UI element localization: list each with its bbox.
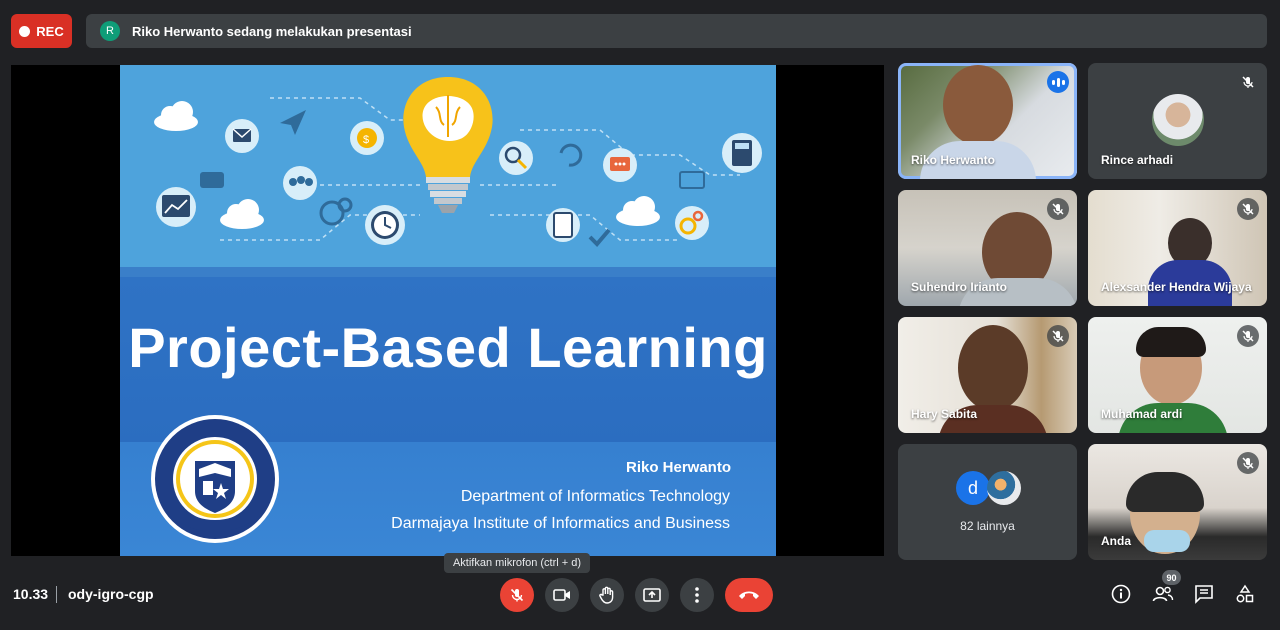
divider	[56, 586, 57, 603]
chat-button[interactable]	[1192, 582, 1216, 606]
present-screen-icon	[643, 588, 661, 602]
slide-illustration-icons: $	[154, 77, 762, 247]
activities-shapes-icon	[1236, 584, 1254, 603]
participant-name: Suhendro Irianto	[911, 280, 1007, 294]
participant-tile[interactable]: Suhendro Irianto	[898, 190, 1077, 306]
more-vert-icon	[695, 587, 699, 603]
mic-off-icon	[1237, 452, 1259, 474]
meeting-code: ody-igro-cgp	[68, 586, 154, 602]
participant-tile[interactable]: Riko Herwanto	[898, 63, 1077, 179]
participant-name: Alexsander Hendra Wijaya	[1101, 280, 1252, 294]
participant-name: Hary Sabita	[911, 407, 978, 421]
participant-name: Riko Herwanto	[911, 153, 996, 167]
record-dot-icon	[19, 25, 31, 37]
participant-avatar	[1152, 94, 1204, 146]
slide-department: Department of Informatics Technology	[460, 488, 730, 505]
presentation-stage[interactable]: $ Project-Based Learning Riko Herwanto D…	[11, 65, 884, 556]
presenter-avatar: R	[100, 21, 120, 41]
svg-text:$: $	[363, 134, 369, 146]
other-participant-avatar: d	[956, 471, 990, 505]
present-screen-button[interactable]	[635, 578, 669, 612]
mic-off-icon	[1237, 198, 1259, 220]
others-count-label: 82 lainnya	[960, 519, 1015, 533]
presentation-banner-text: Riko Herwanto sedang melakukan presentas…	[132, 23, 412, 39]
raise-hand-button[interactable]	[590, 578, 624, 612]
mic-off-icon	[1237, 325, 1259, 347]
mic-off-icon	[510, 588, 524, 602]
slide-author: Riko Herwanto	[625, 459, 731, 476]
meeting-details-button[interactable]	[1109, 582, 1133, 606]
mic-off-icon	[1237, 71, 1259, 93]
participant-tile[interactable]: Hary Sabita	[898, 317, 1077, 433]
presentation-banner: R Riko Herwanto sedang melakukan present…	[86, 14, 1267, 48]
participant-tile[interactable]: Alexsander Hendra Wijaya	[1088, 190, 1267, 306]
mic-off-icon	[1047, 325, 1069, 347]
participant-video	[1126, 472, 1204, 512]
microphone-tooltip: Aktifkan mikrofon (ctrl + d)	[444, 553, 590, 573]
slide-institution: Darmajaya Institute of Informatics and B…	[391, 515, 730, 532]
more-options-button[interactable]	[680, 578, 714, 612]
participant-name: Anda	[1101, 534, 1131, 548]
recording-indicator: REC	[11, 14, 72, 48]
video-camera-icon	[553, 589, 570, 601]
participant-tile[interactable]: Rince arhadi	[1088, 63, 1267, 179]
hand-icon	[599, 586, 614, 604]
recording-label: REC	[36, 23, 64, 39]
slide-divider-band	[120, 267, 776, 277]
presentation-slide: $ Project-Based Learning Riko Herwanto D…	[120, 65, 776, 556]
darmajaya-seal-logo	[151, 415, 279, 543]
slide-illustration-area: $	[120, 65, 776, 267]
hang-up-icon	[739, 591, 759, 599]
chat-icon	[1195, 585, 1213, 604]
participant-video	[1144, 530, 1190, 552]
microphone-toggle-button[interactable]	[500, 578, 534, 612]
people-button[interactable]	[1151, 582, 1175, 606]
participant-tile[interactable]: Muhamad ardi	[1088, 317, 1267, 433]
participant-tile[interactable]: Anda	[1088, 444, 1267, 560]
camera-toggle-button[interactable]	[545, 578, 579, 612]
participant-video	[958, 325, 1028, 411]
participant-name: Rince arhadi	[1101, 153, 1174, 167]
participant-video	[943, 65, 1013, 145]
speaking-indicator-icon	[1047, 71, 1069, 93]
slide-title: Project-Based Learning	[128, 316, 768, 379]
mic-off-icon	[1047, 198, 1069, 220]
other-participant-avatar	[987, 471, 1021, 505]
leave-call-button[interactable]	[725, 578, 773, 612]
activities-button[interactable]	[1233, 582, 1257, 606]
people-count-badge: 90	[1162, 570, 1181, 585]
participant-name: Muhamad ardi	[1101, 407, 1183, 421]
info-icon	[1111, 584, 1131, 604]
others-tile[interactable]: d 82 lainnya	[898, 444, 1077, 560]
people-icon	[1152, 586, 1174, 602]
meeting-time: 10.33	[13, 586, 49, 602]
participant-video	[1136, 327, 1206, 357]
